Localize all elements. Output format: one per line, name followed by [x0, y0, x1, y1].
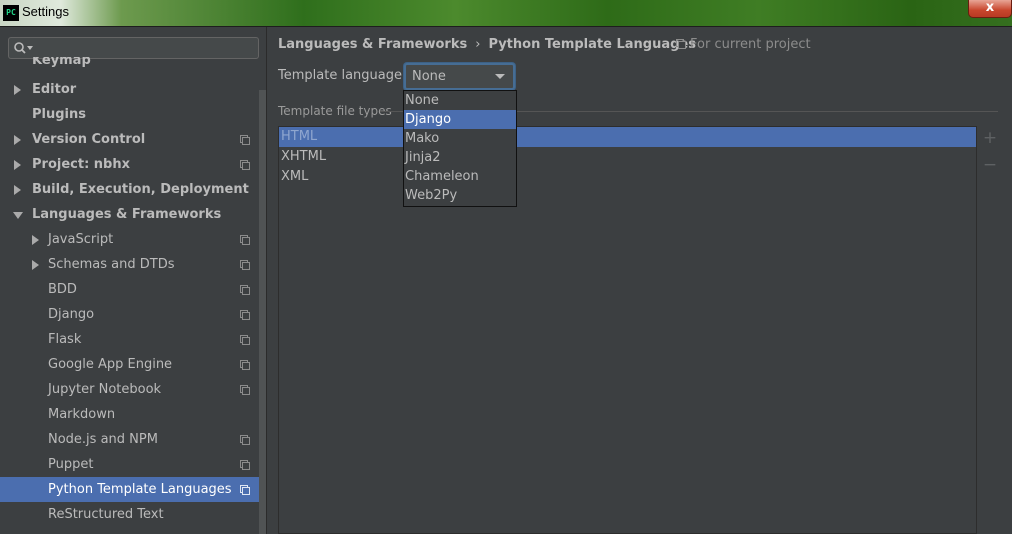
sidebar-item-label: Jupyter Notebook — [48, 382, 162, 397]
sidebar-item-languages-frameworks[interactable]: Languages & Frameworks — [0, 202, 259, 227]
sidebar-item-label: Project: nbhx — [32, 157, 130, 172]
project-scope-icon — [240, 385, 250, 395]
sidebar-item-version-control[interactable]: Version Control — [0, 127, 259, 152]
sidebar-item-label: Schemas and DTDs — [48, 257, 175, 272]
sidebar-item-puppet[interactable]: Puppet — [0, 452, 259, 477]
sidebar-item-label: Version Control — [32, 132, 146, 147]
template-language-select[interactable]: None — [404, 63, 515, 90]
sidebar-item-editor[interactable]: Editor — [0, 77, 259, 102]
sidebar-item-flask[interactable]: Flask — [0, 327, 259, 352]
dropdown-option-jinja2[interactable]: Jinja2 — [404, 148, 516, 167]
sidebar-item-label: Markdown — [48, 407, 116, 422]
breadcrumb: Languages & Frameworks › Python Template L… — [278, 37, 696, 52]
sidebar-item-schemas-and-dtds[interactable]: Schemas and DTDs — [0, 252, 259, 277]
sidebar-item-label: Puppet — [48, 457, 94, 472]
project-scope-icon — [240, 135, 250, 145]
sidebar-item-restructured-text[interactable]: ReStructured Text — [0, 502, 259, 527]
file-type-row[interactable]: HTML — [279, 127, 976, 147]
settings-sidebar: Keymap Editor Plugins Version Control Projec… — [0, 27, 267, 534]
sidebar-item-python-template-languages[interactable]: Python Template Languages — [0, 477, 259, 502]
template-language-dropdown: None Django Mako Jinja2 Chameleon Web2Py — [403, 90, 517, 207]
template-language-label: Template language: — [278, 68, 407, 83]
collapsed-arrow-icon[interactable] — [14, 85, 21, 95]
dropdown-option-none[interactable]: None — [404, 91, 516, 110]
project-scope-icon — [240, 360, 250, 370]
sidebar-item-label: Keymap — [32, 57, 91, 68]
settings-main-panel: Languages & Frameworks › Python Template L… — [268, 27, 1012, 534]
breadcrumb-current: Python Template Languages — [488, 37, 696, 52]
collapsed-arrow-icon[interactable] — [32, 235, 39, 245]
sidebar-item-javascript[interactable]: JavaScript — [0, 227, 259, 252]
file-type-row[interactable]: XHTML — [279, 147, 976, 167]
list-toolbar: + − — [979, 126, 1001, 534]
sidebar-item-label: JavaScript — [48, 232, 114, 247]
close-button[interactable]: x — [968, 0, 1012, 18]
search-box[interactable] — [8, 37, 259, 59]
sidebar-item-jupyter-notebook[interactable]: Jupyter Notebook — [0, 377, 259, 402]
sidebar-item-plugins[interactable]: Plugins — [0, 102, 259, 127]
dropdown-option-web2py[interactable]: Web2Py — [404, 186, 516, 205]
sidebar-item-label: Node.js and NPM — [48, 432, 158, 447]
project-scope-icon — [240, 335, 250, 345]
project-scope-icon — [240, 285, 250, 295]
collapsed-arrow-icon[interactable] — [14, 160, 21, 170]
file-type-row[interactable]: XML — [279, 167, 976, 187]
sidebar-item-build-execution-deployment[interactable]: Build, Execution, Deployment — [0, 177, 259, 202]
breadcrumb-parent[interactable]: Languages & Frameworks — [278, 37, 467, 52]
project-scope-icon — [676, 39, 686, 49]
sidebar-item-label: Django — [48, 307, 95, 322]
dropdown-option-mako[interactable]: Mako — [404, 129, 516, 148]
sidebar-item-label: Editor — [32, 82, 77, 97]
project-scope-icon — [240, 310, 250, 320]
collapsed-arrow-icon[interactable] — [32, 260, 39, 270]
add-button[interactable]: + — [979, 127, 1001, 149]
dropdown-option-django[interactable]: Django — [404, 110, 516, 129]
window-title: Settings — [22, 4, 69, 19]
pycharm-app-icon: PC — [3, 5, 19, 21]
sidebar-scrollbar[interactable] — [259, 90, 266, 534]
sidebar-item-project-nbhx[interactable]: Project: nbhx — [0, 152, 259, 177]
sidebar-item-label: ReStructured Text — [48, 507, 164, 522]
scope-hint: For current project — [676, 37, 811, 52]
project-scope-icon — [240, 235, 250, 245]
dropdown-option-chameleon[interactable]: Chameleon — [404, 167, 516, 186]
sidebar-item-label: Python Template Languages — [48, 482, 232, 497]
sidebar-item-label: Flask — [48, 332, 82, 347]
project-scope-icon — [240, 460, 250, 470]
project-scope-icon — [240, 160, 250, 170]
project-scope-icon — [240, 435, 250, 445]
sidebar-item-markdown[interactable]: Markdown — [0, 402, 259, 427]
settings-tree: Keymap Editor Plugins Version Control Projec… — [0, 57, 259, 527]
template-language-value: None — [412, 69, 446, 84]
sidebar-item-django[interactable]: Django — [0, 302, 259, 327]
sidebar-item-keymap[interactable]: Keymap — [0, 57, 259, 77]
scope-hint-text: For current project — [690, 37, 811, 52]
sidebar-item-label: Google App Engine — [48, 357, 173, 372]
project-scope-icon — [240, 485, 250, 495]
collapsed-arrow-icon[interactable] — [14, 135, 21, 145]
template-file-types-title: Template file types — [278, 104, 392, 118]
sidebar-item-label: BDD — [48, 282, 77, 297]
sidebar-item-bdd[interactable]: BDD — [0, 277, 259, 302]
project-scope-icon — [240, 260, 250, 270]
template-file-types-list: HTML XHTML XML — [278, 126, 977, 534]
search-input[interactable] — [37, 38, 257, 58]
collapsed-arrow-icon[interactable] — [14, 185, 21, 195]
sidebar-item-google-app-engine[interactable]: Google App Engine — [0, 352, 259, 377]
sidebar-item-label: Languages & Frameworks — [32, 207, 222, 222]
sidebar-item-label: Build, Execution, Deployment — [32, 182, 249, 197]
sidebar-item-label: Plugins — [32, 107, 86, 122]
search-icon — [14, 42, 33, 54]
chevron-down-icon — [495, 74, 505, 79]
remove-button[interactable]: − — [979, 154, 1001, 176]
expanded-arrow-icon[interactable] — [13, 212, 23, 219]
sidebar-item-node-js-and-npm[interactable]: Node.js and NPM — [0, 427, 259, 452]
title-bar: PC Settings x — [0, 0, 1012, 27]
breadcrumb-separator: › — [475, 37, 481, 52]
